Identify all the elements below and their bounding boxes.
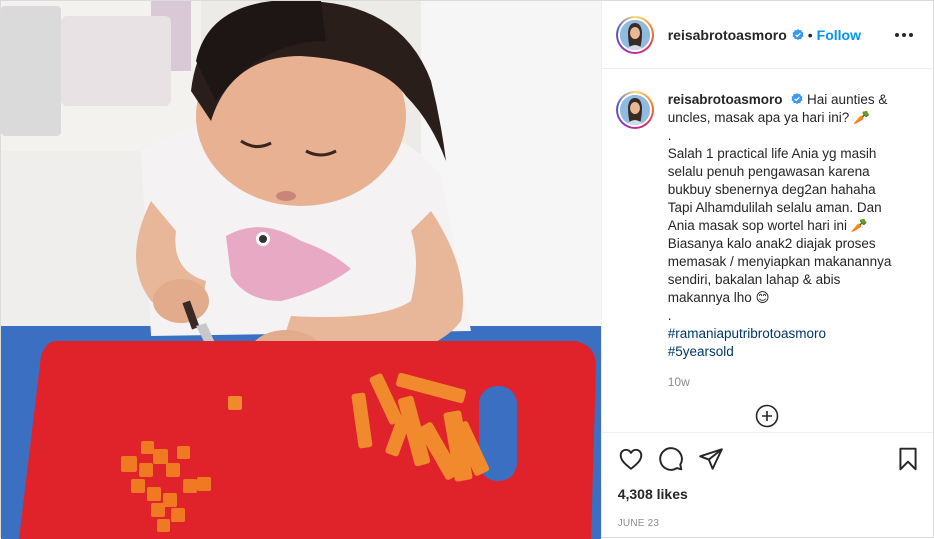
comment-icon[interactable] [658,446,684,472]
caption-line: Hai aunties & [807,92,888,107]
caption-line: Ania masak sop wortel hari ini 🥕 [667,218,868,233]
photo-illustration [1,1,601,539]
caption-row: reisabrotoasmoro Hai aunties & uncles, m… [615,91,917,361]
caption-line: bukbuy sbenernya deg2an hahaha [667,182,876,197]
post-photo[interactable] [1,1,601,539]
caption-line: uncles, masak apa ya hari ini? 🥕 [667,110,870,125]
caption-line: memasak / menyiapkan makanannya [667,254,892,269]
caption-avatar[interactable] [615,91,654,129]
likes-count[interactable]: 4,308 likes [602,486,933,502]
avatar-image [619,95,650,125]
post-time-ago[interactable]: 10w [668,375,917,389]
verified-badge-icon [792,28,804,40]
post-header: reisabrotoasmoro • Follow [601,1,933,69]
avatar[interactable] [615,15,654,54]
post-sidebar: reisabrotoasmoro • Follow reisabrotoasmo… [600,1,933,539]
instagram-post: reisabrotoasmoro • Follow reisabrotoasmo… [0,0,934,539]
post-date: JUNE 23 [617,518,660,529]
username-link[interactable]: reisabrotoasmoro [668,27,787,43]
caption-line: Tapi Alhamdulilah selalu aman. Dan [667,200,882,215]
comments-section: reisabrotoasmoro Hai aunties & uncles, m… [602,69,933,432]
caption-line: . [667,308,672,323]
avatar-image [619,19,650,50]
caption-line: makannya lho 😊 [667,290,770,305]
caption-username[interactable]: reisabrotoasmoro [668,92,783,107]
hashtag-link[interactable]: #ramaniaputribrotoasmoro [668,325,908,343]
bookmark-icon[interactable] [895,446,921,472]
hashtag-link[interactable]: #5yearsold [668,343,908,361]
separator-dot: • [807,26,813,43]
share-icon[interactable] [698,446,724,472]
caption-line: sendiri, bakalan lahap & abis [667,272,841,287]
caption-line: Biasanya kalo anak2 diajak proses [667,236,876,251]
caption-line: Salah 1 practical life Ania yg masih [667,146,877,161]
more-options-icon[interactable] [891,29,917,41]
post-actions [601,432,933,484]
caption-line: . [667,128,672,143]
plus-circle-icon[interactable] [755,404,779,428]
caption-line: selalu penuh pengawasan karena [667,164,870,179]
follow-button[interactable]: Follow [817,27,861,43]
heart-icon[interactable] [618,446,644,472]
verified-badge-icon [791,93,803,105]
caption-text: reisabrotoasmoro Hai aunties & uncles, m… [668,91,908,361]
